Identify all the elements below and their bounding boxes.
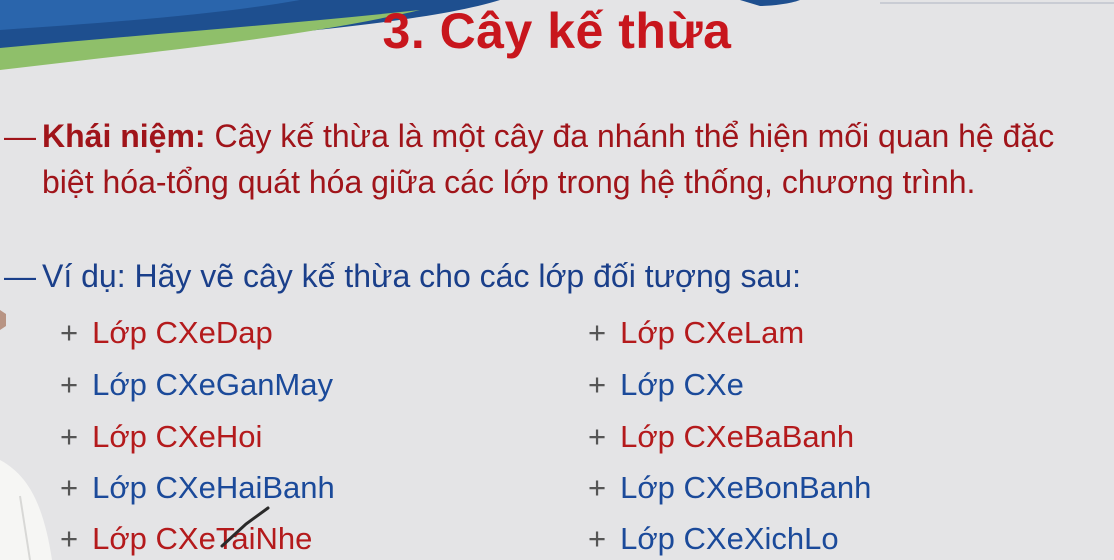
pen-stroke	[220, 506, 270, 548]
